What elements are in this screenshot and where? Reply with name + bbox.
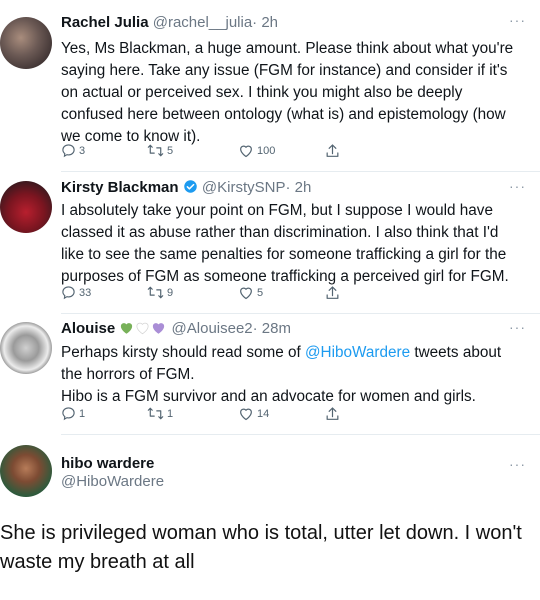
author-handle[interactable]: @KirstySNP (202, 179, 286, 196)
share-icon (326, 407, 339, 420)
retweet-icon (147, 286, 164, 299)
like-button[interactable]: 14 (238, 406, 269, 421)
reply-count: 1 (79, 407, 86, 420)
heart-icon (240, 408, 252, 421)
share-icon (326, 144, 339, 157)
tweet-header: Kirsty Blackman @KirstySNP· 2h (61, 179, 311, 196)
like-button[interactable]: 100 (238, 143, 275, 158)
author-name[interactable]: Rachel Julia (61, 14, 149, 31)
reply-button[interactable]: 33 (61, 285, 91, 300)
avatar[interactable] (0, 181, 52, 233)
like-count: 100 (257, 144, 276, 157)
retweet-button[interactable]: 9 (147, 285, 173, 300)
profile-handle: @HiboWardere (61, 473, 164, 490)
divider (61, 434, 540, 435)
retweet-count: 1 (167, 407, 174, 420)
author-handle[interactable]: @Alouisee2 (172, 320, 253, 337)
tweet-actions: 33 9 5 (61, 285, 351, 303)
caption-text: She is privileged woman who is total, ut… (0, 522, 522, 573)
avatar[interactable] (0, 445, 52, 497)
reply-icon (62, 286, 75, 300)
reply-button[interactable]: 1 (61, 406, 85, 421)
retweet-button[interactable]: 1 (147, 406, 173, 421)
more-options-icon[interactable]: ··· (509, 178, 526, 194)
tweet-time[interactable]: · 2h (285, 179, 311, 196)
retweet-icon (147, 144, 164, 157)
profile-name: hibo wardere (61, 455, 154, 472)
tweet-header: Rachel Julia @rachel__julia· 2h (61, 14, 278, 31)
like-count: 5 (257, 286, 264, 299)
tweet-time[interactable]: · 2h (252, 14, 278, 31)
divider (61, 313, 540, 314)
heart-icon (240, 145, 252, 158)
reply-button[interactable]: 3 (61, 143, 85, 158)
reply-count: 33 (79, 286, 92, 299)
share-button[interactable] (325, 285, 340, 301)
author-handle[interactable]: @rachel__julia (153, 14, 252, 31)
avatar[interactable] (0, 322, 52, 374)
retweet-button[interactable]: 5 (147, 143, 173, 158)
heart-icon (240, 287, 252, 300)
author-name[interactable]: Kirsty Blackman (61, 179, 179, 196)
author-name[interactable]: Alouise (61, 320, 115, 337)
verified-badge-icon (183, 180, 197, 193)
share-button[interactable] (325, 406, 340, 422)
tweet-text: Perhaps kirsty should read some of @Hibo… (61, 342, 521, 408)
more-options-icon[interactable]: ··· (509, 456, 526, 472)
divider (61, 171, 540, 172)
more-options-icon[interactable]: ··· (509, 12, 526, 28)
tweet-actions: 3 5 100 (61, 143, 351, 161)
tweet-text-part: Perhaps kirsty should read some of (61, 344, 306, 361)
share-button[interactable] (325, 143, 340, 159)
tweet-text-part: Hibo is a FGM survivor and an advocate f… (61, 388, 476, 405)
author-handle[interactable]: @HiboWardere (61, 473, 164, 490)
purple-heart-icon (153, 323, 165, 334)
reply-count: 3 (79, 144, 86, 157)
white-heart-icon (136, 322, 149, 335)
retweet-count: 9 (167, 286, 174, 299)
more-options-icon[interactable]: ··· (509, 319, 526, 335)
retweet-icon (147, 407, 164, 420)
reply-icon (62, 407, 75, 421)
tweet-text: I absolutely take your point on FGM, but… (61, 202, 509, 285)
retweet-count: 5 (167, 144, 174, 157)
tweet-header: Alouise @Alouisee2· 28m (61, 320, 291, 337)
tweet-time[interactable]: · 28m (253, 320, 291, 337)
like-button[interactable]: 5 (238, 285, 263, 300)
avatar[interactable] (0, 17, 52, 69)
author-name[interactable]: hibo wardere (61, 455, 154, 472)
mention-link[interactable]: @HiboWardere (305, 344, 410, 361)
reply-icon (62, 144, 75, 158)
tweet-text: Yes, Ms Blackman, a huge amount. Please … (61, 40, 514, 145)
share-icon (326, 286, 339, 299)
like-count: 14 (257, 407, 270, 420)
tweet-actions: 1 1 14 (61, 406, 351, 424)
green-heart-icon (121, 323, 133, 334)
